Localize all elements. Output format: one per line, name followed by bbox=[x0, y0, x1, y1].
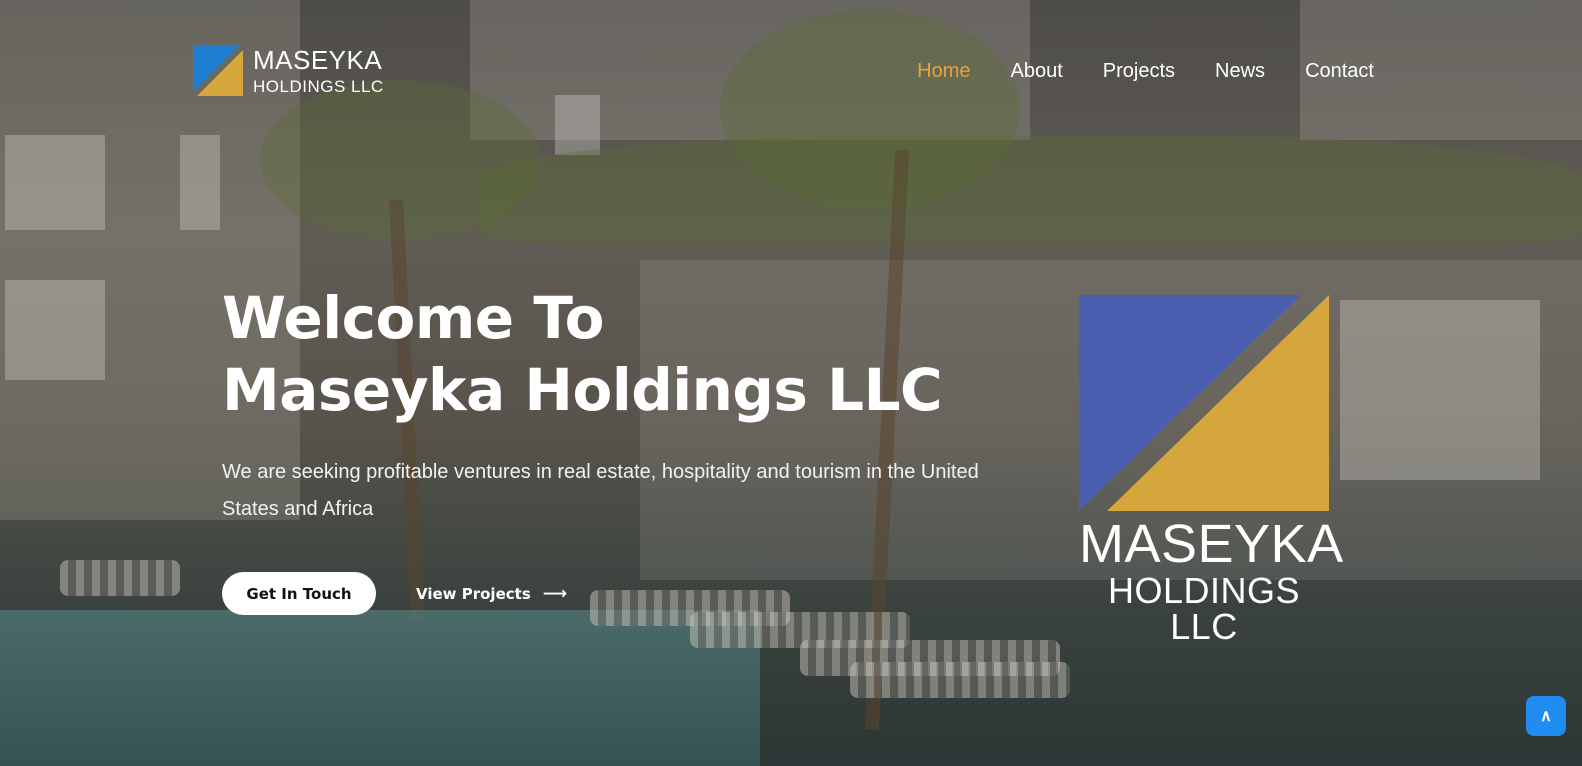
nav-projects[interactable]: Projects bbox=[1103, 60, 1175, 83]
brand-mark-icon bbox=[193, 46, 243, 96]
hero-logo-mark-icon bbox=[1079, 295, 1329, 511]
window bbox=[1340, 300, 1540, 480]
brand-name: MASEYKA HOLDINGS LLC bbox=[253, 47, 384, 95]
top-navigation: MASEYKA HOLDINGS LLC Home About Projects… bbox=[0, 0, 1582, 150]
brand-name-line2: HOLDINGS LLC bbox=[253, 77, 384, 96]
pool bbox=[0, 610, 760, 766]
hero-logo: MASEYKA HOLDINGS LLC bbox=[1079, 295, 1344, 647]
chevron-up-icon: ∧ bbox=[1540, 708, 1552, 725]
nav-contact[interactable]: Contact bbox=[1305, 60, 1374, 83]
hero-title: Welcome To Maseyka Holdings LLC bbox=[222, 282, 1002, 426]
hero-cta-row: Get In Touch View Projects ⟶ bbox=[222, 572, 1002, 615]
nav-home[interactable]: Home bbox=[917, 60, 970, 83]
hero-title-line2: Maseyka Holdings LLC bbox=[222, 356, 943, 424]
get-in-touch-button[interactable]: Get In Touch bbox=[222, 572, 376, 615]
hero-section: Welcome To Maseyka Holdings LLC We are s… bbox=[222, 282, 1002, 615]
scroll-to-top-button[interactable]: ∧ bbox=[1526, 696, 1566, 736]
brand-logo[interactable]: MASEYKA HOLDINGS LLC bbox=[193, 46, 384, 96]
hero-title-line1: Welcome To bbox=[222, 284, 605, 352]
window bbox=[5, 280, 105, 380]
view-projects-button[interactable]: View Projects ⟶ bbox=[416, 584, 567, 604]
hero-subtitle: We are seeking profitable ventures in re… bbox=[222, 461, 979, 520]
main-menu: Home About Projects News Contact bbox=[917, 60, 1374, 83]
nav-news[interactable]: News bbox=[1215, 60, 1265, 83]
lounger bbox=[60, 560, 180, 596]
view-projects-label: View Projects bbox=[416, 584, 531, 603]
arrow-right-icon: ⟶ bbox=[542, 583, 568, 604]
lounger bbox=[850, 662, 1070, 698]
hero-logo-line2: HOLDINGS LLC bbox=[1107, 570, 1301, 647]
hanging-plants bbox=[480, 135, 1582, 245]
hero-logo-text: MASEYKA HOLDINGS LLC bbox=[1079, 514, 1344, 647]
brand-name-line1: MASEYKA bbox=[253, 45, 383, 75]
nav-about[interactable]: About bbox=[1011, 60, 1063, 83]
hero-logo-line1: MASEYKA bbox=[1079, 514, 1344, 574]
